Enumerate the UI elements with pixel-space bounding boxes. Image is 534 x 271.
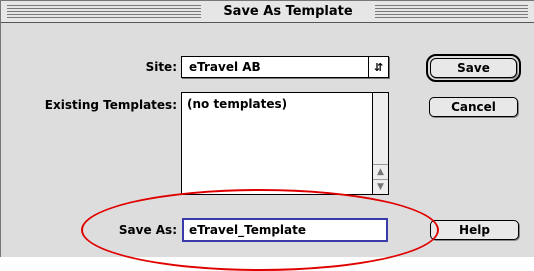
title-bar[interactable]: Save As Template — [1, 1, 534, 23]
dialog-title: Save As Template — [201, 4, 375, 19]
list-scrollbar[interactable]: ▲ ▼ — [372, 93, 388, 194]
scroll-down-arrow-icon[interactable]: ▼ — [373, 179, 388, 194]
save-as-input[interactable]: eTravel_Template — [182, 218, 388, 242]
save-as-label: Save As: — [118, 223, 177, 237]
site-popup-value: eTravel AB — [189, 60, 261, 74]
existing-templates-list[interactable]: (no templates) ▲ ▼ — [181, 92, 389, 195]
updown-arrows-icon: ⇵ — [368, 57, 388, 77]
site-label: Site: — [145, 60, 177, 74]
save-as-template-dialog: Save As Template Site: eTravel AB ⇵ Save… — [0, 0, 534, 271]
save-button[interactable]: Save — [426, 54, 521, 82]
existing-templates-label: Existing Templates: — [44, 98, 177, 112]
scroll-up-arrow-icon[interactable]: ▲ — [373, 164, 388, 179]
title-bar-stripes-left — [7, 5, 201, 18]
title-bar-stripes-right — [375, 5, 528, 18]
help-button[interactable]: Help — [430, 220, 519, 240]
list-item[interactable]: (no templates) — [187, 97, 287, 111]
cancel-button[interactable]: Cancel — [429, 97, 518, 117]
site-popup[interactable]: eTravel AB ⇵ — [181, 56, 389, 78]
